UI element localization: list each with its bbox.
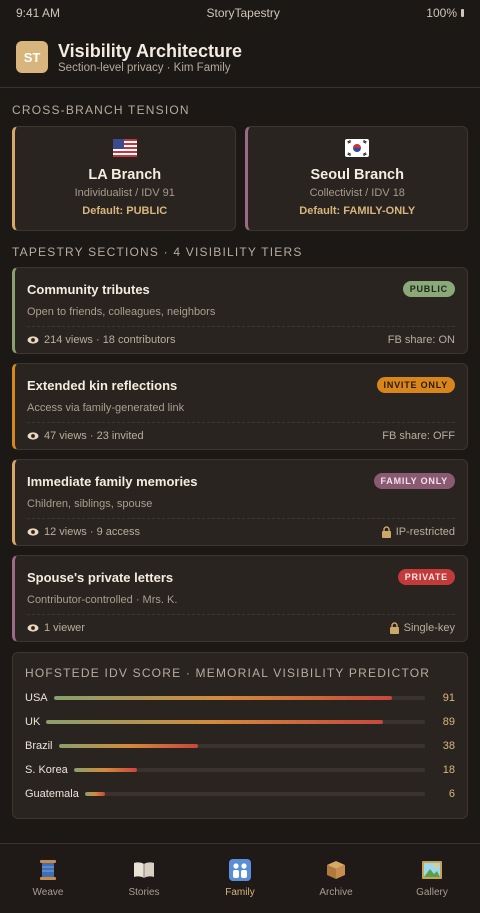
idv-country: Brazil bbox=[25, 740, 53, 752]
eye-icon bbox=[27, 336, 39, 344]
picture-icon bbox=[421, 859, 443, 881]
tier-stats: 214 views · 18 contributors bbox=[44, 334, 176, 346]
box-icon bbox=[325, 859, 347, 881]
idv-country: Guatemala bbox=[25, 788, 79, 800]
idv-card: HOFSTEDE IDV SCORE · MEMORIAL VISIBILITY… bbox=[12, 652, 468, 819]
tier-setting: FB share: OFF bbox=[382, 430, 455, 442]
idv-fill bbox=[53, 696, 392, 700]
idv-row: UK 89 bbox=[25, 710, 455, 734]
idv-row: Brazil 38 bbox=[25, 734, 455, 758]
book-icon bbox=[133, 859, 155, 881]
nav-label: Gallery bbox=[416, 887, 448, 898]
tier-card[interactable]: Spouse's private letters PRIVATE Contribut… bbox=[12, 555, 468, 642]
nav-label: Family bbox=[225, 887, 255, 898]
branch-card-seoul[interactable]: Seoul Branch Collectivist / IDV 18 Defau… bbox=[244, 126, 468, 231]
branch-type: Collectivist / IDV 18 bbox=[309, 187, 405, 199]
idv-country: USA bbox=[25, 692, 48, 704]
visibility-badge[interactable]: INVITE ONLY bbox=[376, 377, 455, 393]
page-header: ST Visibility Architecture Section-level… bbox=[0, 26, 480, 88]
tier-list: Community tributes PUBLIC Open to friends,… bbox=[0, 267, 480, 642]
battery-percent: 100% bbox=[426, 6, 457, 20]
tier-stats: 47 views · 23 invited bbox=[44, 430, 144, 442]
idv-value: 89 bbox=[442, 716, 455, 728]
lock-icon bbox=[381, 526, 391, 538]
bottom-nav: Weave Stories Family Archive Gallery bbox=[0, 843, 480, 913]
idv-fill bbox=[73, 768, 138, 772]
nav-item-weave[interactable]: Weave bbox=[0, 844, 96, 913]
idv-country: UK bbox=[25, 716, 41, 728]
tier-description: Access via family-generated link bbox=[27, 402, 185, 414]
tier-card[interactable]: Immediate family memories FAMILY ONLY Chil… bbox=[12, 459, 468, 546]
idv-fill bbox=[84, 792, 106, 796]
status-battery-group: 100% bbox=[426, 6, 464, 20]
tier-title: Community tributes bbox=[27, 281, 150, 297]
branch-cards: LA Branch Individualist / IDV 91 Default… bbox=[0, 126, 480, 231]
nav-label: Stories bbox=[128, 887, 160, 898]
page-subtitle: Section-level privacy · Kim Family bbox=[58, 61, 231, 74]
tiers-section-label: TAPESTRY SECTIONS · 4 VISIBILITY TIERS bbox=[12, 245, 303, 259]
idv-track bbox=[58, 744, 425, 748]
tension-section-label: CROSS-BRANCH TENSION bbox=[12, 103, 190, 117]
status-app-name: StoryTapestry bbox=[206, 6, 280, 20]
idv-track bbox=[46, 720, 425, 724]
branch-name: LA Branch bbox=[88, 167, 162, 183]
idv-fill bbox=[58, 744, 198, 748]
nav-item-family[interactable]: Family bbox=[192, 844, 288, 913]
idv-value: 18 bbox=[442, 764, 455, 776]
idv-value: 91 bbox=[442, 692, 455, 704]
tier-title: Immediate family memories bbox=[27, 473, 198, 489]
tier-description: Open to friends, colleagues, neighbors bbox=[27, 306, 216, 318]
tier-description: Children, siblings, spouse bbox=[27, 498, 153, 510]
branch-name: Seoul Branch bbox=[310, 167, 404, 183]
status-time: 9:41 AM bbox=[16, 6, 61, 20]
branch-default: Default: PUBLIC bbox=[82, 205, 168, 217]
tier-title: Extended kin reflections bbox=[27, 377, 178, 393]
tier-setting: FB share: ON bbox=[387, 334, 455, 346]
tier-card[interactable]: Extended kin reflections INVITE ONLY Acces… bbox=[12, 363, 468, 450]
tier-setting: IP-restricted bbox=[395, 526, 455, 538]
idv-row: USA 91 bbox=[25, 686, 455, 710]
idv-fill bbox=[46, 720, 384, 724]
nav-item-gallery[interactable]: Gallery bbox=[384, 844, 480, 913]
tier-stats: 12 views · 9 access bbox=[44, 526, 140, 538]
idv-track bbox=[73, 768, 425, 772]
idv-row: S. Korea 18 bbox=[25, 758, 455, 782]
spool-icon bbox=[37, 859, 59, 881]
idv-value: 6 bbox=[448, 788, 455, 800]
nav-item-stories[interactable]: Stories bbox=[96, 844, 192, 913]
family-icon bbox=[229, 859, 251, 881]
kr-flag-icon bbox=[248, 139, 468, 161]
branch-default: Default: FAMILY-ONLY bbox=[299, 205, 416, 217]
visibility-badge[interactable]: PRIVATE bbox=[397, 569, 455, 585]
tier-setting: Single-key bbox=[403, 622, 455, 634]
status-bar: 9:41 AM StoryTapestry 100% bbox=[0, 0, 480, 26]
eye-icon bbox=[27, 528, 39, 536]
tier-stats: 1 viewer bbox=[44, 622, 85, 634]
branch-type: Individualist / IDV 91 bbox=[74, 187, 175, 199]
app-logo[interactable]: ST bbox=[16, 41, 48, 73]
nav-item-archive[interactable]: Archive bbox=[288, 844, 384, 913]
idv-country: S. Korea bbox=[25, 764, 68, 776]
visibility-badge[interactable]: FAMILY ONLY bbox=[373, 473, 455, 489]
us-flag-icon bbox=[15, 139, 235, 161]
visibility-badge[interactable]: PUBLIC bbox=[402, 281, 455, 297]
idv-rows: USA 91 UK 89 Brazil 38 S. Korea 18 Guatemala 6 bbox=[25, 686, 455, 806]
battery-icon bbox=[461, 9, 464, 17]
idv-value: 38 bbox=[442, 740, 455, 752]
page-title: Visibility Architecture bbox=[58, 40, 243, 61]
nav-label: Archive bbox=[319, 887, 353, 898]
eye-icon bbox=[27, 624, 39, 632]
idv-track bbox=[53, 696, 425, 700]
branch-card-la[interactable]: LA Branch Individualist / IDV 91 Default… bbox=[12, 126, 236, 231]
idv-title: HOFSTEDE IDV SCORE · MEMORIAL VISIBILITY… bbox=[25, 666, 431, 680]
idv-track bbox=[84, 792, 425, 796]
nav-label: Weave bbox=[32, 887, 64, 898]
eye-icon bbox=[27, 432, 39, 440]
tier-title: Spouse's private letters bbox=[27, 569, 174, 585]
tier-card[interactable]: Community tributes PUBLIC Open to friends,… bbox=[12, 267, 468, 354]
lock-icon bbox=[389, 622, 399, 634]
tier-description: Contributor-controlled · Mrs. K. bbox=[27, 594, 178, 606]
idv-row: Guatemala 6 bbox=[25, 782, 455, 806]
